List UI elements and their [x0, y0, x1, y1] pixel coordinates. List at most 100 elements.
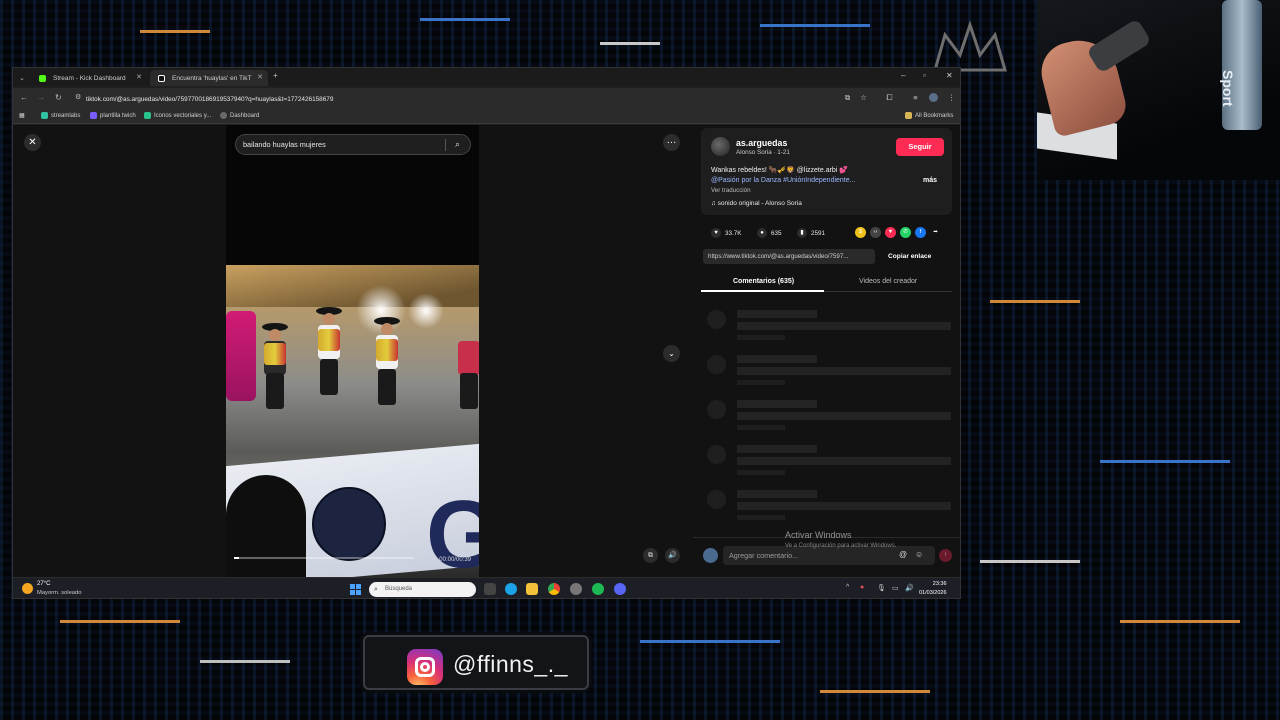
- user-avatar: [703, 548, 718, 563]
- tiktok-page: ✕ bailando huaylas mujeres ⌕ 00:00/00:39…: [13, 125, 960, 577]
- spectator-head: [226, 475, 306, 577]
- creator-username[interactable]: as.arguedas: [736, 138, 787, 148]
- volume-icon[interactable]: 🔊: [665, 548, 680, 563]
- save-button[interactable]: ▮ 2591: [797, 228, 825, 238]
- start-windows-icon[interactable]: [350, 584, 361, 595]
- tab-tiktok[interactable]: Encuentra 'huaylas' en TikT ✕: [150, 70, 268, 86]
- embed-icon[interactable]: ‹›: [870, 227, 881, 238]
- back-icon[interactable]: ←: [20, 93, 28, 102]
- close-window-icon[interactable]: ✕: [946, 71, 953, 80]
- whatsapp-icon[interactable]: ✆: [900, 227, 911, 238]
- see-translation-link[interactable]: Ver traducción: [711, 187, 751, 194]
- copy-link-button[interactable]: Copiar enlace: [888, 249, 931, 264]
- activate-windows-title: Activar Windows: [785, 530, 852, 540]
- discord-icon[interactable]: [614, 583, 626, 595]
- creator-avatar[interactable]: [711, 137, 730, 156]
- next-video-chevron-down-icon[interactable]: ⌄: [663, 345, 680, 362]
- bookmark-streamlabs[interactable]: streamlabs: [41, 112, 80, 119]
- bookmark-star-icon[interactable]: ☆: [859, 93, 868, 102]
- video-player[interactable]: bailando huaylas mujeres ⌕ 00:00/00:39: [226, 125, 479, 577]
- menu-kebab-icon[interactable]: ⋮: [947, 93, 956, 102]
- weather-description: Mayorm. soleado: [37, 590, 82, 596]
- url-bar[interactable]: tiktok.com/@as.arguedas/video/7597700186…: [86, 92, 846, 106]
- speaker-icon[interactable]: 🔊: [905, 584, 914, 592]
- decor-dash: [200, 660, 290, 663]
- obs-icon[interactable]: [570, 583, 582, 595]
- like-count: 33.7K: [725, 229, 742, 237]
- search-icon[interactable]: ⌕: [452, 139, 463, 150]
- decor-dash: [600, 42, 660, 45]
- tab-kick-dashboard[interactable]: Stream - Kick Dashboard ✕: [31, 70, 147, 86]
- instagram-handle: @ffinns_._: [453, 651, 568, 677]
- clock-time: 23:36: [932, 581, 947, 587]
- decor-dash: [640, 640, 780, 643]
- bookmark-label: Iconos vectoriales y...: [154, 112, 212, 119]
- new-tab-icon[interactable]: +: [273, 71, 278, 80]
- search-input[interactable]: bailando huaylas mujeres: [243, 140, 326, 149]
- mention-icon[interactable]: @: [899, 550, 907, 559]
- comment-button[interactable]: ● 635: [757, 228, 782, 238]
- tab-comments[interactable]: Comentarios (635): [733, 278, 794, 285]
- tray-chevron-up-icon[interactable]: ^: [846, 584, 849, 591]
- bookmark-dashboard[interactable]: Dashboard: [220, 112, 259, 119]
- forward-icon[interactable]: →: [37, 93, 45, 102]
- webcam-phone: [1086, 18, 1152, 74]
- close-tab-icon[interactable]: ✕: [257, 73, 263, 81]
- tab-title: Stream - Kick Dashboard: [53, 74, 126, 82]
- sound-link[interactable]: ♫ sonido original - Alonso Soria: [711, 200, 802, 207]
- close-tab-icon[interactable]: ✕: [136, 73, 142, 81]
- post-description-line2[interactable]: @Pasión por la Danza #UniónIndependiente…: [711, 177, 855, 184]
- bookmark-plantilla-twich[interactable]: plantilla twich: [90, 112, 136, 119]
- tray-app-icon[interactable]: ●: [860, 584, 864, 591]
- network-icon[interactable]: ▭: [892, 584, 899, 592]
- media-control-icon[interactable]: ≡: [911, 93, 920, 102]
- site-info-icon[interactable]: ⚙: [75, 93, 81, 101]
- emoji-icon[interactable]: ☺: [915, 550, 923, 559]
- chrome-icon[interactable]: [548, 583, 560, 595]
- send-comment-icon[interactable]: ↑: [939, 549, 952, 562]
- comment-count: 635: [771, 229, 782, 237]
- file-explorer-icon[interactable]: [526, 583, 538, 595]
- video-progress-fill: [234, 557, 240, 559]
- tab-creator-videos[interactable]: Videos del creador: [859, 278, 917, 285]
- webcam-bottle: [1222, 0, 1262, 130]
- apps-grid-icon[interactable]: ▦: [19, 112, 25, 119]
- taskbar-clock[interactable]: 23:36 01/03/2026: [919, 580, 947, 598]
- bookmark-iconos-vectoriales[interactable]: Iconos vectoriales y...: [144, 112, 211, 119]
- more-text-button[interactable]: más: [923, 177, 937, 184]
- dashboard-icon: [220, 112, 227, 119]
- send-icon[interactable]: ▼: [885, 227, 896, 238]
- maximize-icon[interactable]: ▫: [923, 71, 926, 80]
- twitch-template-icon: [90, 112, 97, 119]
- video-progress-bar[interactable]: [234, 557, 414, 559]
- edge-icon[interactable]: [505, 583, 517, 595]
- coin-icon[interactable]: $: [855, 227, 866, 238]
- tab-search-button[interactable]: ⌄: [16, 70, 28, 86]
- more-options-icon[interactable]: …: [663, 134, 680, 151]
- close-video-icon[interactable]: ✕: [24, 134, 41, 151]
- profile-avatar-icon[interactable]: [929, 93, 938, 102]
- share-arrow-icon[interactable]: ➦: [930, 227, 941, 238]
- decor-dash: [760, 24, 870, 27]
- facebook-icon[interactable]: f: [915, 227, 926, 238]
- follow-button[interactable]: Seguir: [896, 138, 944, 156]
- vector-icons-site-icon: [144, 112, 151, 119]
- address-toolbar: ← → ↻ ⚙ tiktok.com/@as.arguedas/video/75…: [13, 88, 960, 108]
- install-app-icon[interactable]: ⧉: [843, 93, 852, 102]
- taskbar-search[interactable]: ⌕ Búsqueda: [369, 582, 476, 597]
- picture-in-picture-icon[interactable]: ⧉: [643, 548, 658, 563]
- reload-icon[interactable]: ↻: [55, 93, 62, 102]
- video-search-bar[interactable]: bailando huaylas mujeres ⌕: [235, 134, 471, 155]
- weather-sun-icon[interactable]: [22, 583, 33, 594]
- minimize-icon[interactable]: –: [901, 71, 905, 80]
- bookmarks-bar: ▦ streamlabs plantilla twich Iconos vect…: [13, 108, 960, 124]
- all-bookmarks-label: All Bookmarks: [915, 112, 954, 119]
- like-button[interactable]: ♥ 33.7K: [711, 228, 741, 238]
- task-view-icon[interactable]: [484, 583, 496, 595]
- microphone-icon[interactable]: 🎙: [877, 584, 886, 592]
- all-bookmarks-button[interactable]: All Bookmarks: [905, 112, 953, 119]
- extensions-icon[interactable]: ⧠: [885, 93, 894, 102]
- share-link-field[interactable]: https://www.tiktok.com/@as.arguedas/vide…: [703, 249, 875, 264]
- bookmark-label: streamlabs: [51, 112, 81, 119]
- spotify-icon[interactable]: [592, 583, 604, 595]
